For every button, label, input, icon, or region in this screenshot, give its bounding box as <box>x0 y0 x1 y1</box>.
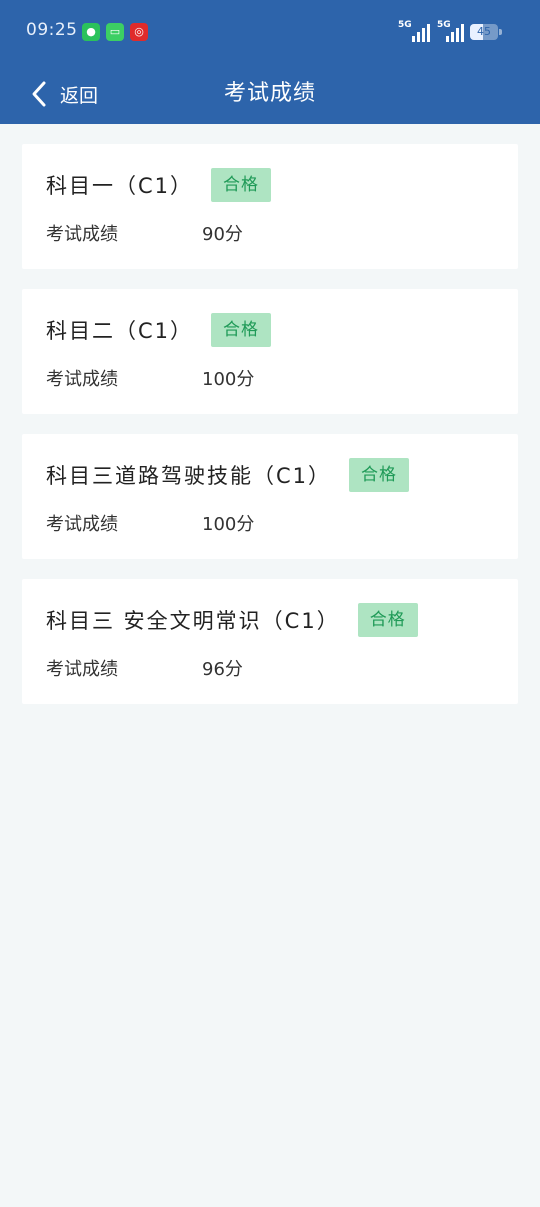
score-row: 考试成绩 96分 <box>46 655 243 681</box>
result-card: 科目三 安全文明常识（C1） 合格 考试成绩 96分 <box>22 579 518 704</box>
result-card: 科目二（C1） 合格 考试成绩 100分 <box>22 289 518 414</box>
status-badge: 合格 <box>349 458 410 492</box>
status-badge: 合格 <box>211 313 272 347</box>
score-value: 100分 <box>202 369 255 390</box>
subject-title: 科目三 安全文明常识（C1） 合格 <box>46 603 418 637</box>
signal-icon: 5G <box>437 20 469 42</box>
score-value: 100分 <box>202 514 255 535</box>
status-time: 09:25 <box>26 20 78 40</box>
subject-name: 科目三道路驾驶技能（C1） <box>46 464 332 488</box>
score-label: 考试成绩 <box>46 659 118 680</box>
status-badge: 合格 <box>211 168 272 202</box>
score-label: 考试成绩 <box>46 514 118 535</box>
battery-icon: 45 <box>470 24 498 40</box>
score-row: 考试成绩 100分 <box>46 510 254 536</box>
results-list: 科目一（C1） 合格 考试成绩 90分 科目二（C1） 合格 考试成绩 100分 科目三… <box>22 144 518 724</box>
messages-icon: ▭ <box>106 23 124 41</box>
status-badge: 合格 <box>357 603 418 637</box>
subject-title: 科目三道路驾驶技能（C1） 合格 <box>46 458 410 492</box>
network-type-label: 5G <box>437 20 451 30</box>
header-bar: 09:25 ● ▭ ◎ 5G 5G 45 返回 考试成绩 <box>0 0 540 124</box>
subject-title: 科目二（C1） 合格 <box>46 313 272 347</box>
battery-level: 45 <box>477 25 491 38</box>
score-label: 考试成绩 <box>46 369 118 390</box>
result-card: 科目三道路驾驶技能（C1） 合格 考试成绩 100分 <box>22 434 518 559</box>
status-bar: 09:25 ● ▭ ◎ 5G 5G 45 <box>0 0 540 64</box>
subject-name: 科目二（C1） <box>46 319 194 343</box>
signal-icon: 5G <box>398 20 430 42</box>
wechat-icon: ● <box>82 23 100 41</box>
score-row: 考试成绩 100分 <box>46 365 254 391</box>
score-label: 考试成绩 <box>46 224 118 245</box>
score-row: 考试成绩 90分 <box>46 220 243 246</box>
score-value: 96分 <box>202 659 243 680</box>
subject-name: 科目三 安全文明常识（C1） <box>46 609 340 633</box>
subject-name: 科目一（C1） <box>46 174 194 198</box>
network-type-label: 5G <box>398 20 412 30</box>
subject-title: 科目一（C1） 合格 <box>46 168 272 202</box>
score-value: 90分 <box>202 224 243 245</box>
netease-music-icon: ◎ <box>130 23 148 41</box>
result-card: 科目一（C1） 合格 考试成绩 90分 <box>22 144 518 269</box>
page-title: 考试成绩 <box>223 81 316 106</box>
